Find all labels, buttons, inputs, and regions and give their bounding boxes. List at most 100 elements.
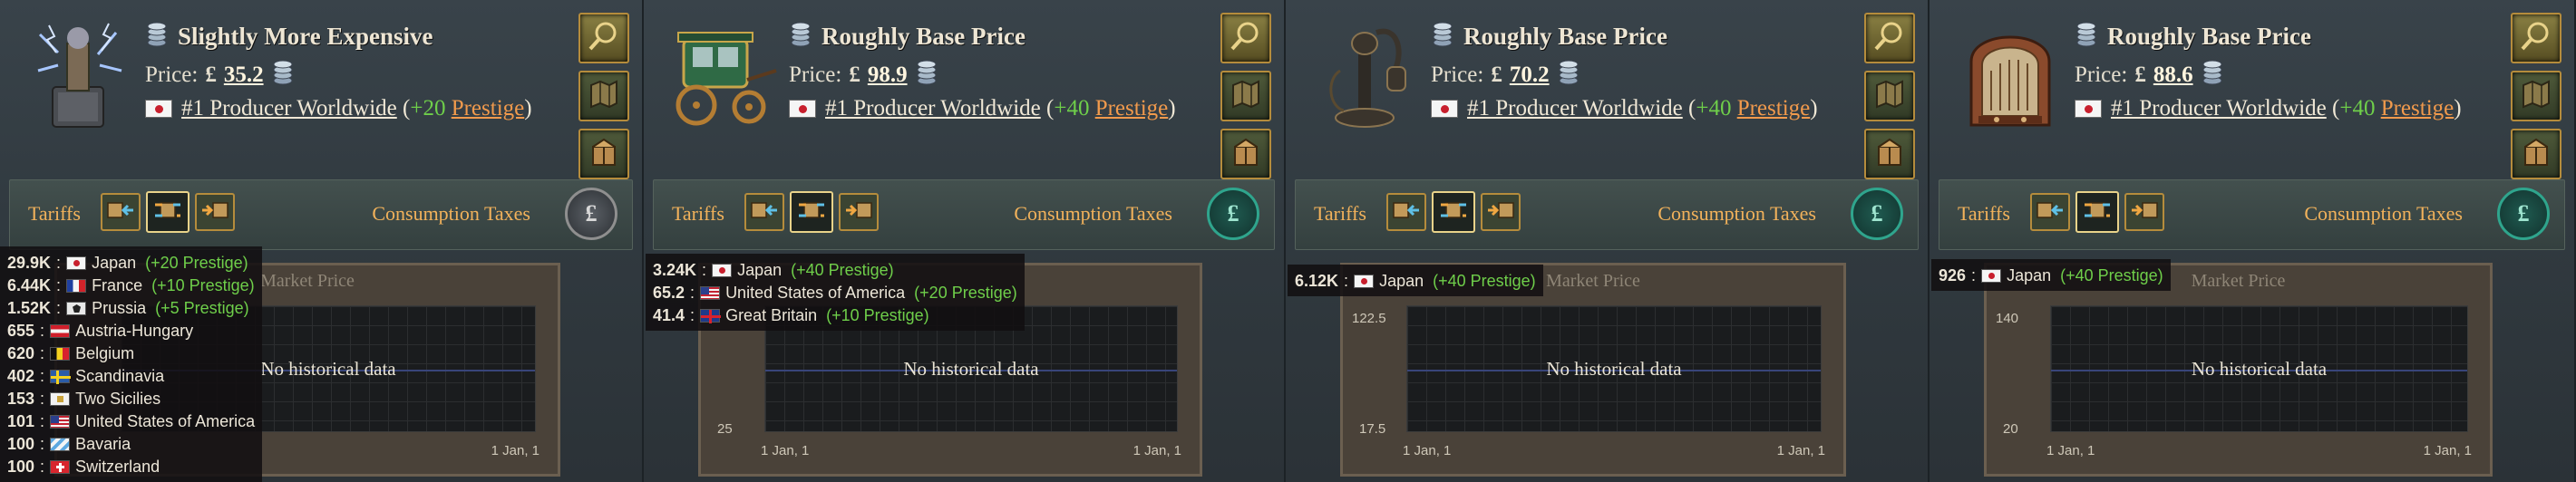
goods-map-button[interactable] — [578, 71, 629, 121]
tariff-buttons — [1386, 191, 1521, 233]
country-name: Japan — [92, 254, 137, 272]
chart-plot-area: No historical data — [2050, 305, 2468, 432]
paren-close: ) — [1810, 96, 1818, 120]
colon: : — [40, 344, 45, 362]
producer-rank-row[interactable]: #1 Producer Worldwide (+40 Prestige) — [789, 96, 1176, 121]
x-tick-right: 1 Jan, 1 — [1132, 443, 1181, 458]
production-amount: 6.12K — [1295, 272, 1339, 290]
panel-header: Roughly Base Price Price: £ 98.9 #1 Prod… — [644, 0, 1284, 179]
import-tariff-button[interactable] — [744, 193, 784, 231]
export-tariff-button[interactable] — [2124, 193, 2164, 231]
producer-rank-row[interactable]: #1 Producer Worldwide (+40 Prestige) — [1431, 96, 1818, 121]
prestige-amount: +40 — [1696, 96, 1732, 120]
prestige-amount: +20 — [410, 96, 446, 120]
electric-gear-icon[interactable] — [22, 16, 140, 134]
price-row: Price: £ 88.6 — [2075, 58, 2224, 92]
radio-icon[interactable] — [1951, 16, 2069, 134]
chart-plot-area: No historical data — [1406, 305, 1822, 432]
tariffs-label: Tariffs — [1314, 202, 1366, 225]
trade-crate-button[interactable] — [1864, 129, 1915, 179]
japan-flag-icon — [66, 256, 87, 270]
tariff-buttons — [744, 191, 879, 233]
paren-close: ) — [2454, 96, 2462, 120]
goods-map-button[interactable] — [1220, 71, 1271, 121]
consumption-tax-button[interactable]: £ — [565, 188, 617, 240]
producers-tooltip: 6.12K: Japan (+40 Prestige) — [1288, 265, 1543, 296]
trade-crate-button[interactable] — [2511, 129, 2561, 179]
colon: : — [40, 412, 45, 430]
magnifier-button[interactable] — [1864, 13, 1915, 63]
coin-stack-icon — [271, 58, 295, 92]
import-tariff-button[interactable] — [1386, 193, 1426, 231]
production-amount: 1.52K — [7, 299, 52, 317]
prestige-bonus: (+20 Prestige) — [145, 254, 248, 272]
y-tick-bottom: 20 — [2003, 421, 2018, 437]
country-name: Japan — [1379, 272, 1424, 290]
market-price-value[interactable]: 88.6 — [2153, 63, 2193, 88]
neutral-trade-icon — [1439, 198, 1468, 227]
producer-row: 6.12K: Japan (+40 Prestige) — [1295, 270, 1536, 293]
currency-symbol: £ — [2134, 62, 2146, 87]
magnifier-button[interactable] — [578, 13, 629, 63]
import-icon — [750, 198, 779, 227]
neutral-trade-icon — [153, 198, 182, 227]
neutral-tariff-button[interactable] — [1432, 191, 1475, 233]
coin-stack-icon — [2075, 20, 2098, 53]
market-price-value[interactable]: 35.2 — [224, 63, 264, 88]
export-tariff-button[interactable] — [195, 193, 235, 231]
production-amount: 100 — [7, 435, 35, 453]
goods-map-button[interactable] — [2511, 71, 2561, 121]
magnifier-button[interactable] — [2511, 13, 2561, 63]
carriage-icon[interactable] — [666, 16, 783, 134]
price-prefix: Price: — [2075, 62, 2128, 87]
prestige-bonus: (+40 Prestige) — [1433, 272, 1536, 290]
neutral-tariff-button[interactable] — [790, 191, 833, 233]
neutral-tariff-button[interactable] — [2075, 191, 2119, 233]
tariff-bar: Tariffs Consumption Taxes £ — [1939, 179, 2565, 250]
country-name: Scandinavia — [75, 367, 165, 385]
price-comparison: Roughly Base Price — [1431, 20, 1667, 53]
import-icon — [2036, 198, 2065, 227]
export-tariff-button[interactable] — [839, 193, 879, 231]
colon: : — [56, 254, 62, 272]
producer-row: 6.44K: France (+10 Prestige) — [7, 275, 255, 297]
goods-panel-radio: Roughly Base Price Price: £ 88.6 #1 Prod… — [1930, 0, 2576, 482]
x-tick-left: 1 Jan, 1 — [1403, 443, 1452, 458]
switzerland-flag-icon — [50, 460, 71, 474]
production-amount: 153 — [7, 390, 35, 408]
price-comparison: Roughly Base Price — [2075, 20, 2311, 53]
market-price-value[interactable]: 98.9 — [868, 63, 908, 88]
tariff-buttons — [2030, 191, 2164, 233]
x-tick-left: 1 Jan, 1 — [2046, 443, 2095, 458]
consumption-tax-button[interactable]: £ — [2497, 188, 2550, 240]
goods-map-button[interactable] — [1864, 71, 1915, 121]
neutral-tariff-button[interactable] — [146, 191, 190, 233]
consumption-tax-button[interactable]: £ — [1851, 188, 1903, 240]
price-row: Price: £ 35.2 — [145, 58, 295, 92]
consumption-tax-button[interactable]: £ — [1207, 188, 1259, 240]
gb-flag-icon — [700, 309, 722, 323]
colon: : — [702, 261, 707, 279]
coin-stack-icon — [1557, 58, 1580, 92]
magnifier-icon — [1228, 18, 1264, 59]
trade-crate-button[interactable] — [1220, 129, 1271, 179]
magnifier-button[interactable] — [1220, 13, 1271, 63]
neutral-trade-icon — [797, 198, 826, 227]
export-tariff-button[interactable] — [1481, 193, 1521, 231]
colon: : — [56, 276, 62, 294]
market-price-value[interactable]: 70.2 — [1510, 63, 1550, 88]
producer-rank-row[interactable]: #1 Producer Worldwide (+20 Prestige) — [145, 96, 532, 121]
panel-header: Slightly More Expensive Price: £ 35.2 #1… — [0, 0, 642, 179]
price-comparison: Slightly More Expensive — [145, 20, 433, 53]
import-tariff-button[interactable] — [2030, 193, 2070, 231]
production-amount: 402 — [7, 367, 35, 385]
production-amount: 620 — [7, 344, 35, 362]
production-amount: 3.24K — [653, 261, 697, 279]
japan-flag-icon — [1981, 269, 2002, 283]
telephone-icon[interactable] — [1307, 16, 1425, 134]
country-name: United States of America — [75, 412, 256, 430]
producer-rank-row[interactable]: #1 Producer Worldwide (+40 Prestige) — [2075, 96, 2462, 121]
tariff-buttons — [101, 191, 235, 233]
trade-crate-button[interactable] — [578, 129, 629, 179]
import-tariff-button[interactable] — [101, 193, 141, 231]
